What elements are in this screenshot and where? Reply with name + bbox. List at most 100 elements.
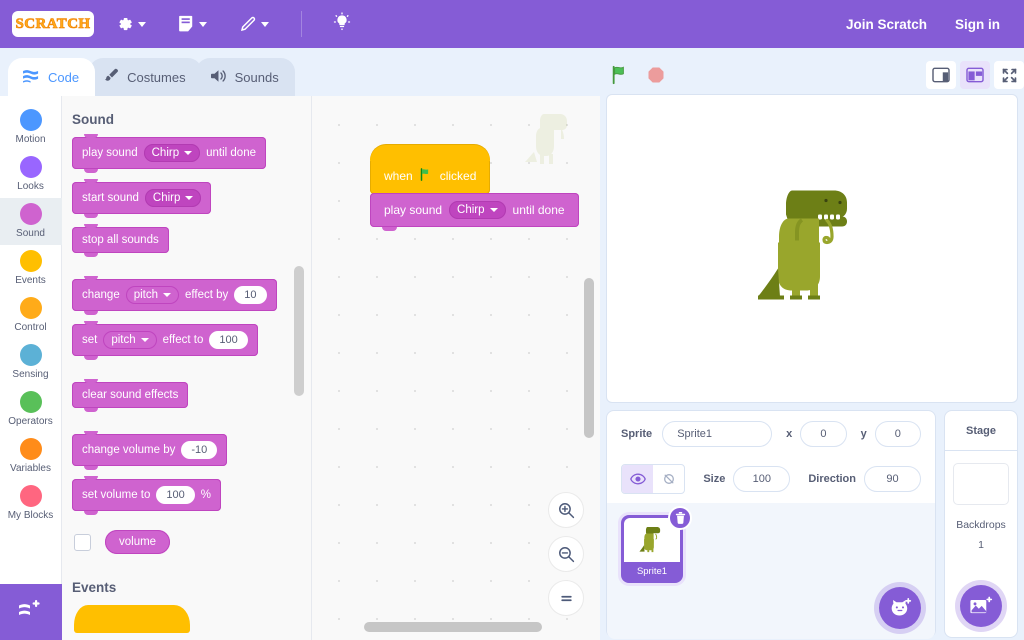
palette-block-change-volume[interactable]: change volume by -10 bbox=[72, 434, 227, 466]
effect-value-input[interactable]: 100 bbox=[209, 331, 247, 349]
code-canvas[interactable]: when clicked play sound Chirp bbox=[312, 96, 600, 640]
operators-color-dot bbox=[20, 391, 42, 413]
category-events[interactable]: Events bbox=[0, 245, 62, 292]
script-stack[interactable]: when clicked play sound Chirp bbox=[370, 158, 579, 227]
tab-sounds[interactable]: Sounds bbox=[196, 58, 295, 96]
tutorials-button[interactable] bbox=[324, 12, 360, 37]
tab-code[interactable]: Code bbox=[8, 58, 95, 96]
pencil-icon bbox=[239, 15, 257, 33]
backdrops-count: 1 bbox=[978, 539, 984, 551]
size-input[interactable]: 100 bbox=[733, 466, 790, 492]
category-my-blocks-label: My Blocks bbox=[8, 510, 54, 521]
palette-block-events-hat-partial[interactable] bbox=[74, 605, 190, 633]
category-variables[interactable]: Variables bbox=[0, 433, 62, 480]
tab-code-label: Code bbox=[48, 70, 79, 85]
stage-selector-panel[interactable]: Stage Backdrops 1 bbox=[944, 410, 1018, 638]
tab-sounds-label: Sounds bbox=[235, 70, 279, 85]
sound-dropdown[interactable]: Chirp bbox=[145, 189, 201, 207]
direction-input[interactable]: 90 bbox=[864, 466, 921, 492]
tab-costumes-label: Costumes bbox=[127, 70, 186, 85]
scratch-logo[interactable]: SCRATCH bbox=[12, 11, 94, 37]
palette-block-set-effect[interactable]: set pitch effect to 100 bbox=[72, 324, 258, 356]
palette-scrollbar[interactable] bbox=[294, 266, 304, 396]
effect-dropdown[interactable]: pitch bbox=[103, 331, 156, 349]
sprite-name-input[interactable]: Sprite1 bbox=[662, 421, 772, 447]
eye-hide-icon bbox=[661, 472, 677, 486]
volume-amount-input[interactable]: -10 bbox=[181, 441, 217, 459]
sprite-list: Sprite1 bbox=[607, 503, 935, 639]
hide-sprite-button[interactable] bbox=[653, 465, 684, 493]
stage[interactable] bbox=[606, 94, 1018, 403]
sign-in-button[interactable]: Sign in bbox=[941, 9, 1014, 40]
effect-amount-input[interactable]: 10 bbox=[234, 286, 266, 304]
fullscreen-icon bbox=[1001, 67, 1018, 84]
small-stage-button[interactable] bbox=[926, 61, 956, 89]
zoom-out-button[interactable] bbox=[548, 536, 584, 572]
stage-backdrop-thumbnail[interactable] bbox=[953, 463, 1009, 505]
palette-block-stop-all-sounds[interactable]: stop all sounds bbox=[72, 227, 169, 253]
block-label: play sound bbox=[384, 203, 442, 217]
show-sprite-button[interactable] bbox=[622, 465, 653, 493]
canvas-vertical-scrollbar[interactable] bbox=[584, 278, 594, 438]
dropdown-value: Chirp bbox=[457, 204, 484, 216]
chevron-down-icon bbox=[185, 196, 193, 200]
effect-dropdown[interactable]: pitch bbox=[126, 286, 179, 304]
palette-block-volume-reporter[interactable]: volume bbox=[105, 530, 170, 554]
block-play-sound-until-done[interactable]: play sound Chirp until done bbox=[370, 193, 579, 227]
join-scratch-button[interactable]: Join Scratch bbox=[832, 9, 941, 40]
sound-color-dot bbox=[20, 203, 42, 225]
chevron-down-icon bbox=[261, 22, 269, 27]
x-input[interactable]: 0 bbox=[800, 421, 846, 447]
fullscreen-button[interactable] bbox=[994, 61, 1024, 89]
palette-block-play-sound-until-done[interactable]: play sound Chirp until done bbox=[72, 137, 266, 169]
settings-menu[interactable] bbox=[106, 9, 156, 39]
add-sprite-button[interactable] bbox=[879, 587, 921, 629]
my-blocks-color-dot bbox=[20, 485, 42, 507]
category-operators[interactable]: Operators bbox=[0, 386, 62, 433]
file-menu[interactable] bbox=[168, 9, 217, 39]
sound-dropdown[interactable]: Chirp bbox=[144, 144, 200, 162]
volume-value-input[interactable]: 100 bbox=[156, 486, 194, 504]
variables-color-dot bbox=[20, 438, 42, 460]
sound-dropdown[interactable]: Chirp bbox=[449, 201, 505, 219]
tab-costumes[interactable]: Costumes bbox=[89, 58, 202, 96]
block-label: set bbox=[82, 334, 97, 346]
edit-menu[interactable] bbox=[229, 9, 279, 39]
sprite-name-label: Sprite bbox=[621, 428, 652, 440]
chevron-down-icon bbox=[199, 22, 207, 27]
palette-block-start-sound[interactable]: start sound Chirp bbox=[72, 182, 211, 214]
volume-monitor-checkbox[interactable] bbox=[74, 534, 91, 551]
sprite-tile-sprite1[interactable]: Sprite1 bbox=[621, 515, 683, 583]
add-backdrop-button[interactable] bbox=[960, 585, 1002, 627]
green-flag-button[interactable] bbox=[610, 64, 632, 86]
zoom-reset-button[interactable] bbox=[548, 580, 584, 616]
palette-block-clear-sound-effects[interactable]: clear sound effects bbox=[72, 382, 188, 408]
stage-sprite-dinosaur[interactable] bbox=[756, 180, 868, 317]
category-my-blocks[interactable]: My Blocks bbox=[0, 480, 62, 527]
category-looks[interactable]: Looks bbox=[0, 151, 62, 198]
block-label: when bbox=[384, 169, 413, 183]
palette-block-set-volume[interactable]: set volume to 100 % bbox=[72, 479, 221, 511]
add-extension-button[interactable] bbox=[0, 584, 62, 640]
category-sound[interactable]: Sound bbox=[0, 198, 62, 245]
chevron-down-icon bbox=[138, 22, 146, 27]
category-motion[interactable]: Motion bbox=[0, 104, 62, 151]
backdrops-label: Backdrops bbox=[956, 519, 1006, 531]
palette-block-change-effect[interactable]: change pitch effect by 10 bbox=[72, 279, 277, 311]
block-when-flag-clicked[interactable]: when clicked bbox=[370, 158, 490, 194]
block-label: stop all sounds bbox=[82, 234, 159, 246]
visibility-toggle-group bbox=[621, 464, 685, 494]
category-sensing[interactable]: Sensing bbox=[0, 339, 62, 386]
block-palette[interactable]: Sound play sound Chirp until done start … bbox=[62, 96, 312, 640]
zoom-in-button[interactable] bbox=[548, 492, 584, 528]
stop-button[interactable] bbox=[646, 65, 666, 85]
code-icon bbox=[22, 68, 41, 87]
gear-icon bbox=[116, 15, 134, 33]
large-stage-button[interactable] bbox=[960, 61, 990, 89]
y-input[interactable]: 0 bbox=[875, 421, 921, 447]
delete-sprite-button[interactable] bbox=[668, 506, 692, 530]
canvas-horizontal-scrollbar[interactable] bbox=[364, 622, 542, 632]
category-sensing-label: Sensing bbox=[12, 369, 48, 380]
category-control[interactable]: Control bbox=[0, 292, 62, 339]
block-label: start sound bbox=[82, 192, 139, 204]
